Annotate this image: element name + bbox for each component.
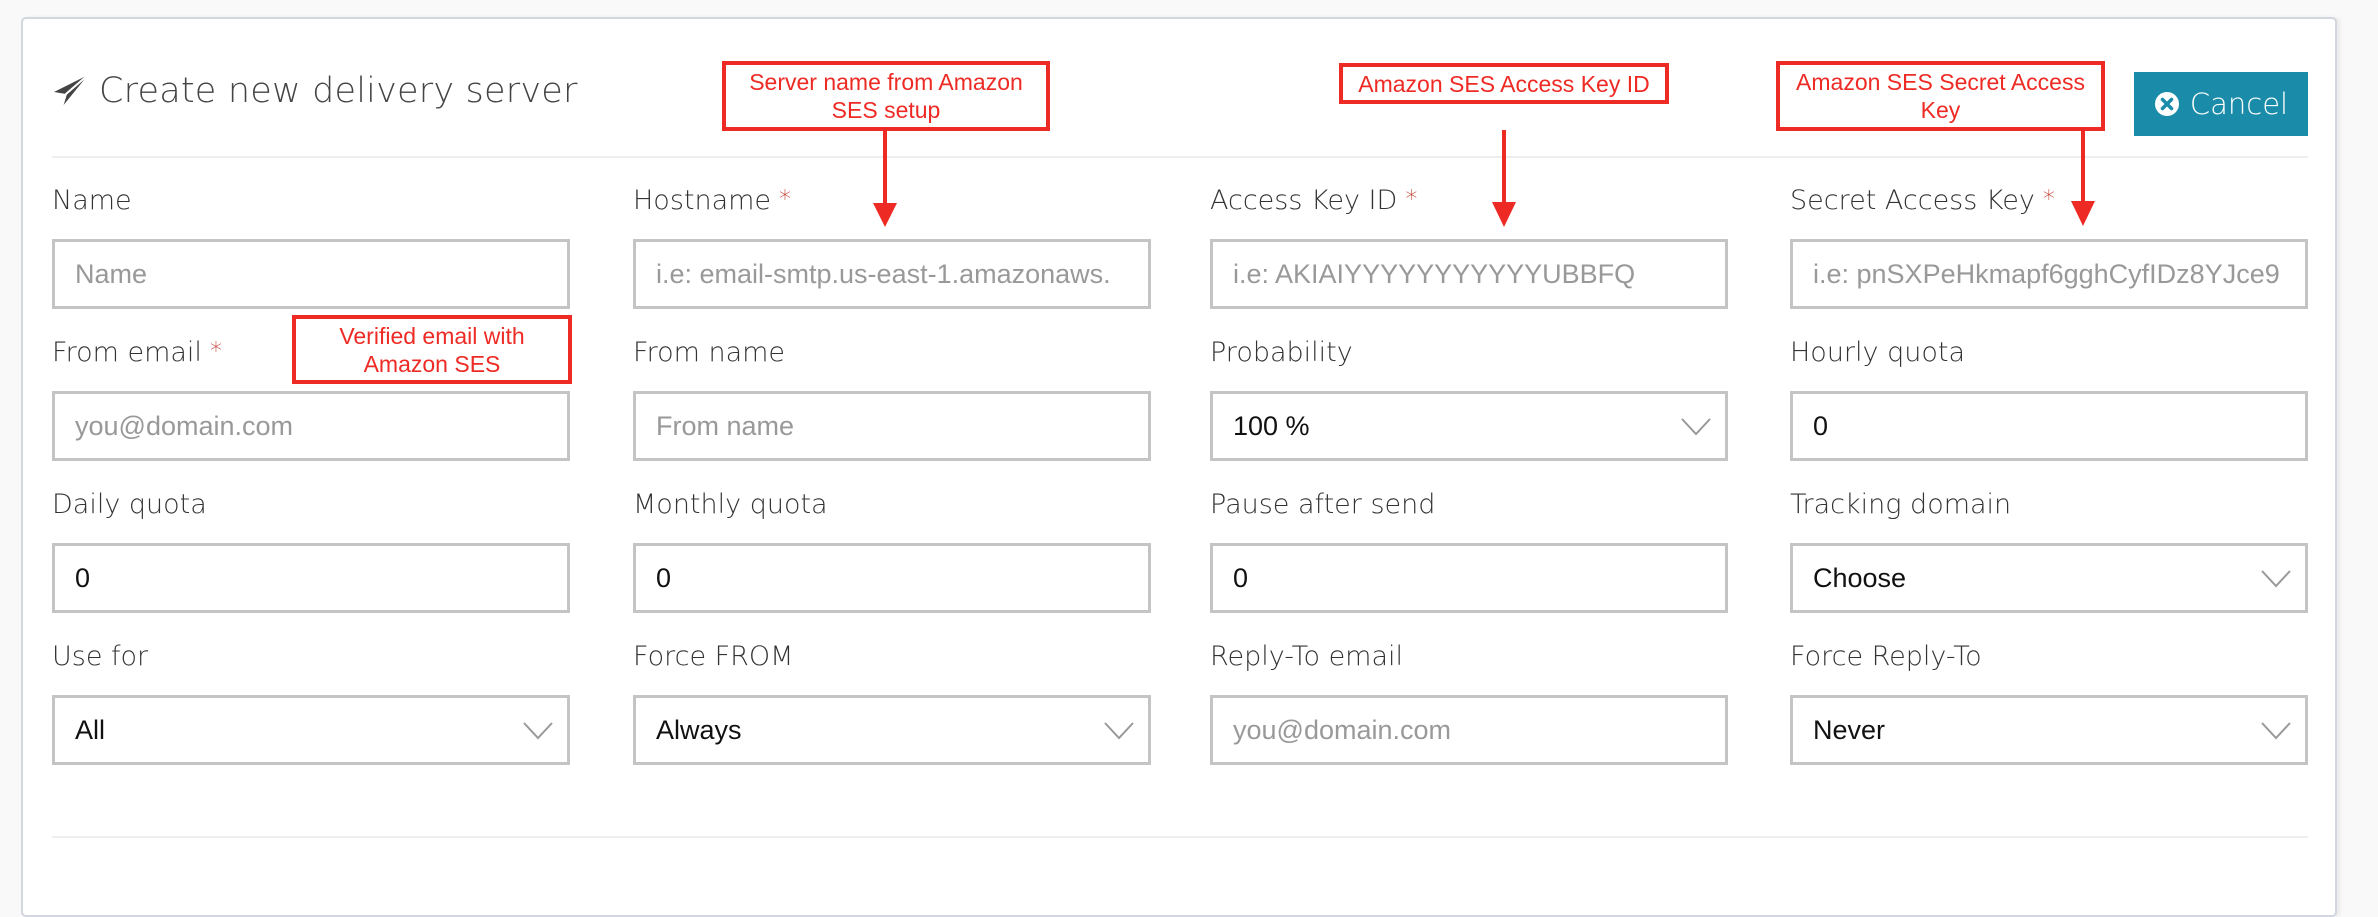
- access-key-id-input[interactable]: i.e: AKIAIYYYYYYYYYYYUBBFQ: [1210, 239, 1728, 309]
- use-for-label: Use for: [52, 641, 149, 672]
- required-marker: *: [209, 337, 222, 365]
- daily-quota-input[interactable]: 0: [52, 543, 570, 613]
- probability-select[interactable]: 100 %: [1210, 391, 1728, 461]
- create-server-panel: [21, 17, 2337, 917]
- pause-after-send-label: Pause after send: [1210, 489, 1436, 520]
- name-label: Name: [52, 185, 132, 216]
- use-for-value: All: [75, 714, 106, 745]
- cancel-button[interactable]: Cancel: [2134, 72, 2308, 136]
- tracking-domain-select[interactable]: Choose: [1790, 543, 2308, 613]
- from-name-input[interactable]: From name: [633, 391, 1151, 461]
- chevron-down-icon: [2261, 722, 2291, 740]
- monthly-quota-label: Monthly quota: [633, 489, 828, 520]
- force-from-label: Force FROM: [633, 641, 794, 672]
- probability-label: Probability: [1210, 337, 1353, 368]
- monthly-quota-input[interactable]: 0: [633, 543, 1151, 613]
- name-input[interactable]: Name: [52, 239, 570, 309]
- required-marker: *: [779, 185, 792, 213]
- from-email-label: From email *: [52, 337, 222, 368]
- force-reply-to-label: Force Reply-To: [1790, 641, 1982, 672]
- times-circle-icon: [2154, 92, 2179, 116]
- chevron-down-icon: [1681, 418, 1711, 436]
- chevron-down-icon: [2261, 570, 2291, 588]
- required-marker: *: [1405, 185, 1418, 213]
- reply-to-email-label: Reply-To email: [1210, 641, 1404, 672]
- tracking-domain-value: Choose: [1813, 562, 1907, 593]
- hostname-input[interactable]: i.e: email-smtp.us-east-1.amazonaws.: [633, 239, 1151, 309]
- secret-access-key-input[interactable]: i.e: pnSXPeHkmapf6gghCyfIDz8YJce9: [1790, 239, 2308, 309]
- from-email-input[interactable]: you@domain.com: [52, 391, 570, 461]
- probability-value: 100 %: [1233, 410, 1310, 441]
- annotation-access-key-id: Amazon SES Access Key ID: [1339, 63, 1669, 104]
- chevron-down-icon: [523, 722, 553, 740]
- header-divider: [52, 156, 2308, 158]
- force-reply-to-value: Never: [1813, 714, 1886, 745]
- force-from-value: Always: [656, 714, 742, 745]
- use-for-select[interactable]: All: [52, 695, 570, 765]
- secret-access-key-label: Secret Access Key *: [1790, 185, 2055, 216]
- tracking-domain-label: Tracking domain: [1790, 489, 2012, 520]
- page-title: Create new delivery server: [53, 68, 578, 114]
- footer-divider: [52, 836, 2308, 838]
- arrow-down-icon: [2071, 131, 2095, 226]
- cancel-label: Cancel: [2189, 87, 2289, 121]
- pause-after-send-input[interactable]: 0: [1210, 543, 1728, 613]
- annotation-from-email: Verified email with Amazon SES: [292, 315, 572, 384]
- required-marker: *: [2042, 185, 2055, 213]
- hourly-quota-input[interactable]: 0: [1790, 391, 2308, 461]
- access-key-id-label: Access Key ID *: [1210, 185, 1418, 216]
- reply-to-email-input[interactable]: you@domain.com: [1210, 695, 1728, 765]
- annotation-secret-access-key: Amazon SES Secret Access Key: [1776, 61, 2105, 131]
- from-name-label: From name: [633, 337, 786, 368]
- hourly-quota-label: Hourly quota: [1790, 337, 1965, 368]
- page-title-text: Create new delivery server: [99, 71, 578, 111]
- arrow-down-icon: [873, 131, 897, 227]
- annotation-hostname: Server name from Amazon SES setup: [722, 61, 1050, 131]
- chevron-down-icon: [1104, 722, 1134, 740]
- force-from-select[interactable]: Always: [633, 695, 1151, 765]
- paper-plane-icon: [54, 74, 89, 108]
- arrow-down-icon: [1492, 130, 1516, 227]
- hostname-label: Hostname *: [633, 185, 792, 216]
- daily-quota-label: Daily quota: [52, 489, 207, 520]
- force-reply-to-select[interactable]: Never: [1790, 695, 2308, 765]
